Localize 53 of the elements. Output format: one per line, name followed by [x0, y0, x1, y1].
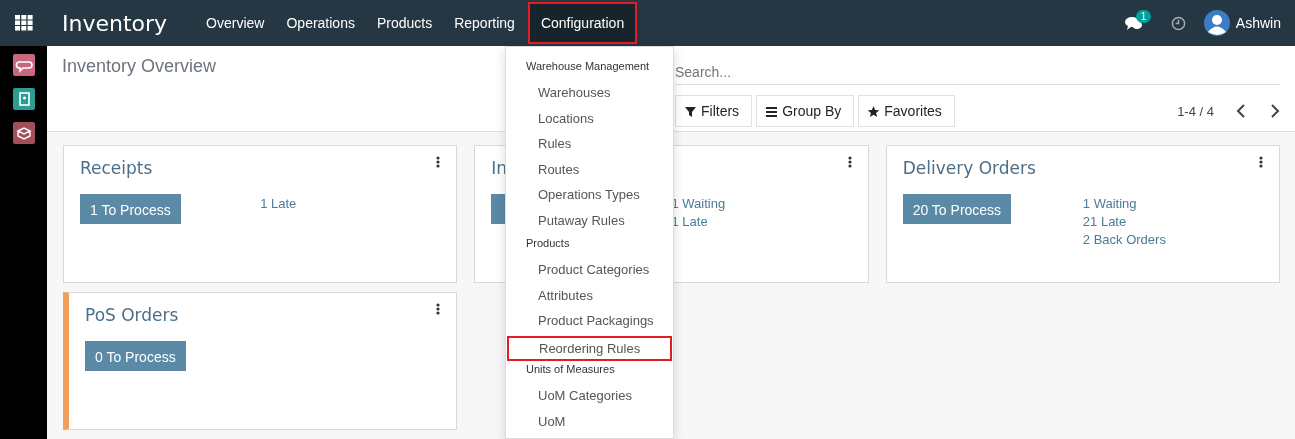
to-process-button[interactable]: 20 To Process [902, 194, 1012, 224]
menu-item[interactable]: UoM [506, 410, 673, 436]
star-icon [867, 104, 881, 118]
next-page-icon[interactable] [1270, 104, 1280, 118]
menu-item[interactable]: Routes [506, 158, 673, 184]
status-link[interactable]: 1 Waiting [1082, 196, 1263, 211]
bars-icon [765, 104, 779, 118]
to-process-button[interactable]: 0 To Process [85, 341, 186, 371]
menu-tab[interactable]: Configuration [527, 2, 638, 44]
kebab-menu-icon[interactable] [436, 156, 441, 168]
kebab-menu-icon[interactable] [1259, 156, 1263, 168]
chat-app-icon[interactable] [12, 54, 35, 76]
menu-section-header: Units of Measures [525, 362, 616, 377]
menu-item[interactable]: Rules [506, 133, 673, 159]
box-app-icon[interactable] [12, 122, 35, 144]
filter-dropdown-button[interactable]: Group By [756, 95, 855, 127]
app-grid-icon[interactable] [14, 15, 33, 31]
menu-item[interactable]: Putaway Rules [506, 209, 673, 235]
menu-item[interactable]: Warehouses [506, 82, 673, 108]
menu-item[interactable]: Product Categories [506, 259, 673, 285]
avatar-icon[interactable] [1203, 10, 1230, 36]
filter-dropdown-button[interactable]: Favorites [858, 95, 955, 127]
menu-item[interactable]: Operations Types [506, 184, 673, 210]
status-link[interactable]: 21 Late [1082, 214, 1263, 229]
card-title[interactable]: Delivery Orders [902, 158, 1036, 178]
card-title[interactable]: PoS Orders [85, 305, 179, 325]
message-count-badge: 1 [1135, 9, 1152, 23]
breadcrumb-title: Inventory Overview [62, 56, 217, 76]
filter-icon [684, 104, 697, 118]
card-title[interactable]: Receipts [80, 158, 153, 178]
status-link[interactable]: 2 Back Orders [1082, 232, 1263, 247]
menu-tab[interactable]: Products [365, 0, 444, 46]
contacts-app-icon[interactable] [12, 88, 35, 110]
user-name[interactable]: Ashwin [1235, 15, 1281, 31]
menu-item[interactable]: Product Packagings [506, 310, 673, 336]
kebab-menu-icon[interactable] [847, 156, 852, 168]
to-process-button[interactable]: 1 To Process [80, 194, 181, 224]
kebab-menu-icon[interactable] [436, 303, 441, 315]
menu-section-header: Warehouse Management [525, 59, 651, 74]
status-link[interactable]: 1 Late [260, 196, 441, 211]
menu-item[interactable]: UoM Categories [506, 385, 673, 411]
filter-dropdown-button[interactable]: Filters [675, 95, 753, 127]
menu-section-header: Products [525, 236, 571, 251]
previous-page-icon[interactable] [1236, 104, 1246, 118]
menu-item[interactable]: Locations [506, 107, 673, 133]
menu-tab[interactable]: Operations [275, 0, 366, 46]
app-title: Inventory [62, 10, 168, 36]
clock-icon[interactable] [1170, 15, 1186, 31]
menu-item[interactable]: Attributes [506, 284, 673, 310]
menu-tab[interactable]: Reporting [443, 0, 526, 46]
pager-value[interactable]: 1-4 / 4 [1177, 103, 1214, 119]
menu-item[interactable]: Reordering Rules [507, 335, 672, 361]
menu-tab[interactable]: Overview [195, 0, 276, 46]
